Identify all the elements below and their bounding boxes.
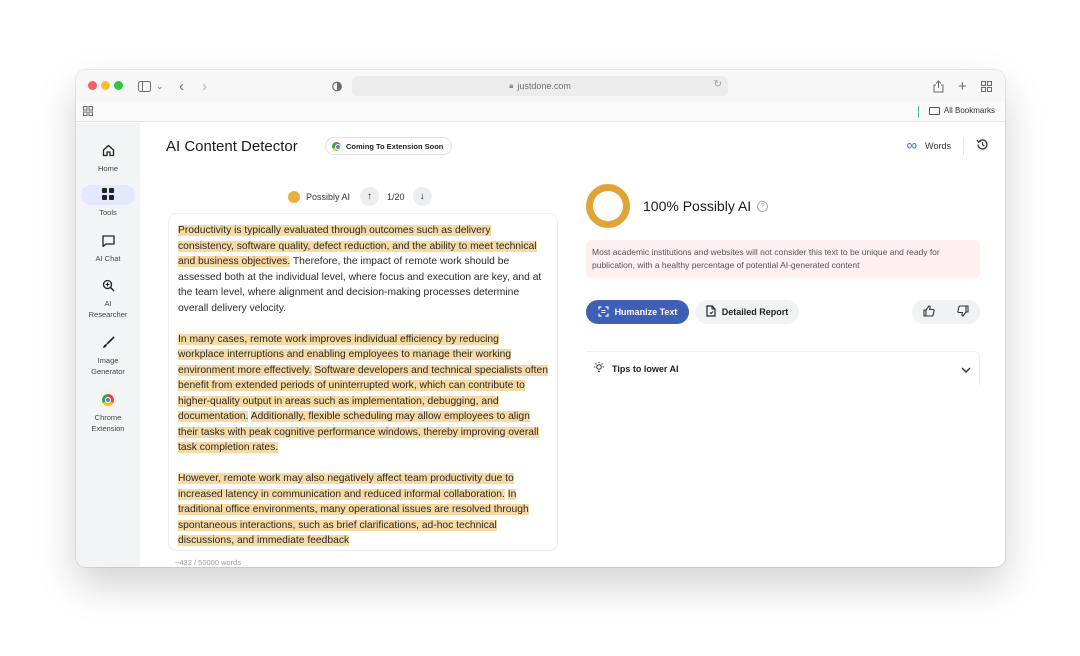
paragraph: However, remote work may also negatively…: [178, 471, 548, 549]
possibly-ai-dot: [288, 190, 300, 203]
sidebar-toggle-icon[interactable]: [138, 76, 151, 96]
highlighted-sentence: However, remote work may also negatively…: [178, 473, 514, 500]
history-icon[interactable]: [976, 138, 989, 154]
new-tab-icon[interactable]: +: [958, 76, 967, 96]
detailed-report-button[interactable]: Detailed Report: [695, 300, 799, 324]
humanize-text-button[interactable]: Humanize Text: [586, 300, 689, 324]
ai-segment-navigator: Possibly AI ↑ 1/20 ↓: [288, 187, 432, 206]
bookmarks-bar: All Bookmarks: [76, 102, 1005, 122]
url-text: justdone.com: [517, 81, 571, 91]
lock-icon: 🔒︎: [509, 81, 514, 90]
address-bar[interactable]: 🔒︎ justdone.com ↻: [352, 76, 728, 96]
navigator-label: Possibly AI: [306, 191, 351, 202]
folder-icon: [928, 106, 940, 115]
sidebar-item-chrome-extension[interactable]: Chrome Extension: [80, 392, 136, 434]
grid-icon: [102, 186, 114, 204]
lightbulb-icon: [594, 361, 604, 376]
brush-icon: [102, 335, 115, 353]
sidebar-item-label: Image Generator: [91, 356, 125, 376]
title-bar: ⌄ ‹ › 🔒︎ justdone.com ↻ +: [76, 70, 1005, 102]
all-bookmarks-label: All Bookmarks: [943, 106, 995, 115]
detailed-report-label: Detailed Report: [721, 307, 789, 317]
sidebar-item-label: Tools: [99, 208, 117, 217]
document-icon: [706, 305, 716, 319]
tips-label: Tips to lower AI: [612, 363, 679, 374]
chrome-icon: [102, 392, 114, 410]
sidebar-item-ai-researcher[interactable]: AI Researcher: [80, 278, 136, 320]
extension-badge[interactable]: Coming To Extension Soon: [325, 137, 453, 155]
feedback-buttons: [912, 300, 980, 324]
humanize-text-label: Humanize Text: [614, 307, 678, 317]
text-content: Productivity is typically evaluated thro…: [169, 214, 557, 549]
tools-active-pill: [81, 185, 135, 205]
sidebar: Home Tools AI Chat AI Researcher Image G…: [76, 123, 140, 567]
home-icon: [102, 143, 115, 161]
apps-grid-icon[interactable]: [83, 106, 93, 119]
thumbs-up-icon[interactable]: [923, 304, 935, 320]
sidebar-item-image-generator[interactable]: Image Generator: [80, 335, 136, 377]
thumbs-down-icon[interactable]: [957, 304, 969, 320]
sidebar-item-label: Home: [97, 164, 118, 173]
sidebar-item-ai-chat[interactable]: AI Chat: [80, 233, 136, 264]
maximize-window-button[interactable]: [114, 81, 123, 90]
ai-score: 100% Possibly AI ?: [643, 198, 769, 214]
page-title: AI Content Detector: [166, 138, 298, 155]
magnifier-icon: [102, 278, 115, 296]
header-separator: [963, 137, 964, 155]
minimize-window-button[interactable]: [101, 81, 110, 90]
extension-badge-label: Coming To Extension Soon: [346, 141, 444, 151]
infinity-icon: ∞: [906, 137, 918, 154]
scan-text-icon: [597, 305, 609, 319]
forward-icon[interactable]: ›: [202, 76, 207, 96]
reload-icon[interactable]: ↻: [714, 79, 722, 90]
text-input-panel[interactable]: Productivity is typically evaluated thro…: [168, 213, 558, 551]
words-label: Words: [925, 141, 951, 151]
tab-overview-icon[interactable]: [981, 76, 992, 96]
sidebar-item-label: Chrome Extension: [91, 413, 125, 433]
next-segment-button[interactable]: ↓: [412, 187, 432, 206]
tips-accordion[interactable]: Tips to lower AI: [586, 351, 980, 385]
paragraph: Productivity is typically evaluated thro…: [178, 223, 548, 316]
words-area: ∞ Words: [906, 137, 989, 155]
share-icon[interactable]: [933, 76, 944, 96]
sidebar-item-label: AI Chat: [95, 254, 121, 263]
previous-segment-button[interactable]: ↑: [360, 187, 380, 206]
chrome-icon: [332, 141, 341, 151]
bookmarks-separator: [918, 106, 919, 118]
ai-score-donut: [586, 184, 630, 228]
chevron-down-icon[interactable]: ⌄: [156, 76, 164, 96]
word-count: ~432 / 50000 words: [175, 558, 242, 567]
sidebar-item-home[interactable]: Home: [80, 143, 136, 174]
all-bookmarks-button[interactable]: All Bookmarks: [928, 106, 995, 115]
browser-window: ⌄ ‹ › 🔒︎ justdone.com ↻ + All Bookmarks: [76, 70, 1005, 567]
back-icon[interactable]: ‹: [179, 76, 184, 96]
ai-notice: Most academic institutions and websites …: [586, 240, 980, 278]
sidebar-item-tools[interactable]: Tools: [80, 185, 136, 218]
privacy-shield-icon[interactable]: [332, 76, 342, 96]
ai-score-label: 100% Possibly AI: [643, 198, 752, 214]
sidebar-item-label: AI Researcher: [88, 299, 128, 319]
help-icon[interactable]: ?: [757, 200, 769, 212]
close-window-button[interactable]: [88, 81, 97, 90]
segment-counter: 1/20: [387, 191, 405, 202]
chat-icon: [101, 233, 115, 251]
paragraph: In many cases, remote work improves indi…: [178, 332, 548, 456]
chevron-down-icon[interactable]: [961, 362, 971, 376]
main-content: AI Content Detector Coming To Extension …: [140, 123, 1005, 567]
